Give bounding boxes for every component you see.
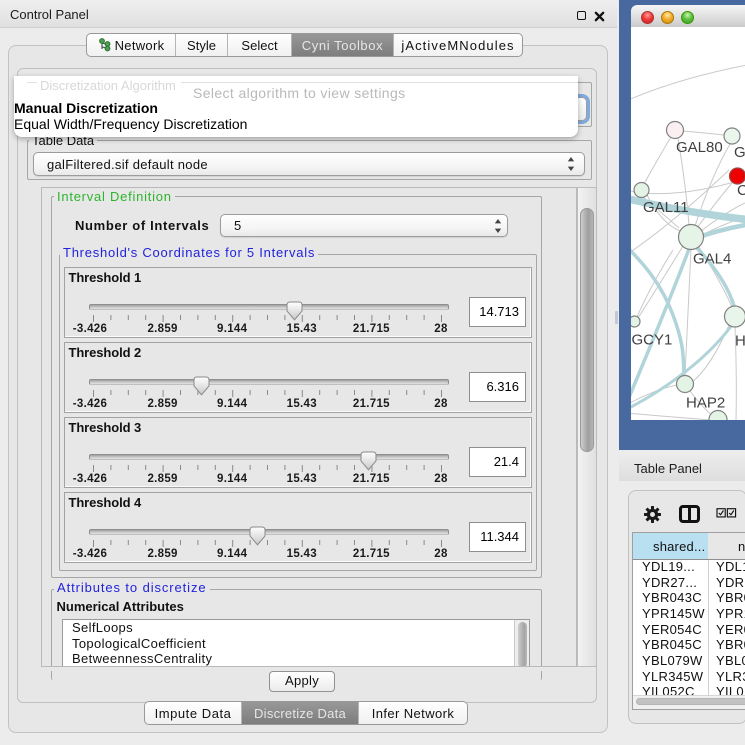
svg-text:GCY1: GCY1 <box>632 332 673 349</box>
svg-text:G: G <box>734 144 745 161</box>
svg-text:GAL4: GAL4 <box>693 251 731 268</box>
svg-text:GAL11: GAL11 <box>643 199 689 216</box>
svg-text:GAL80: GAL80 <box>676 139 723 156</box>
svg-text:H: H <box>735 333 745 350</box>
svg-text:HAP2: HAP2 <box>686 395 725 412</box>
svg-text:C: C <box>737 182 745 199</box>
